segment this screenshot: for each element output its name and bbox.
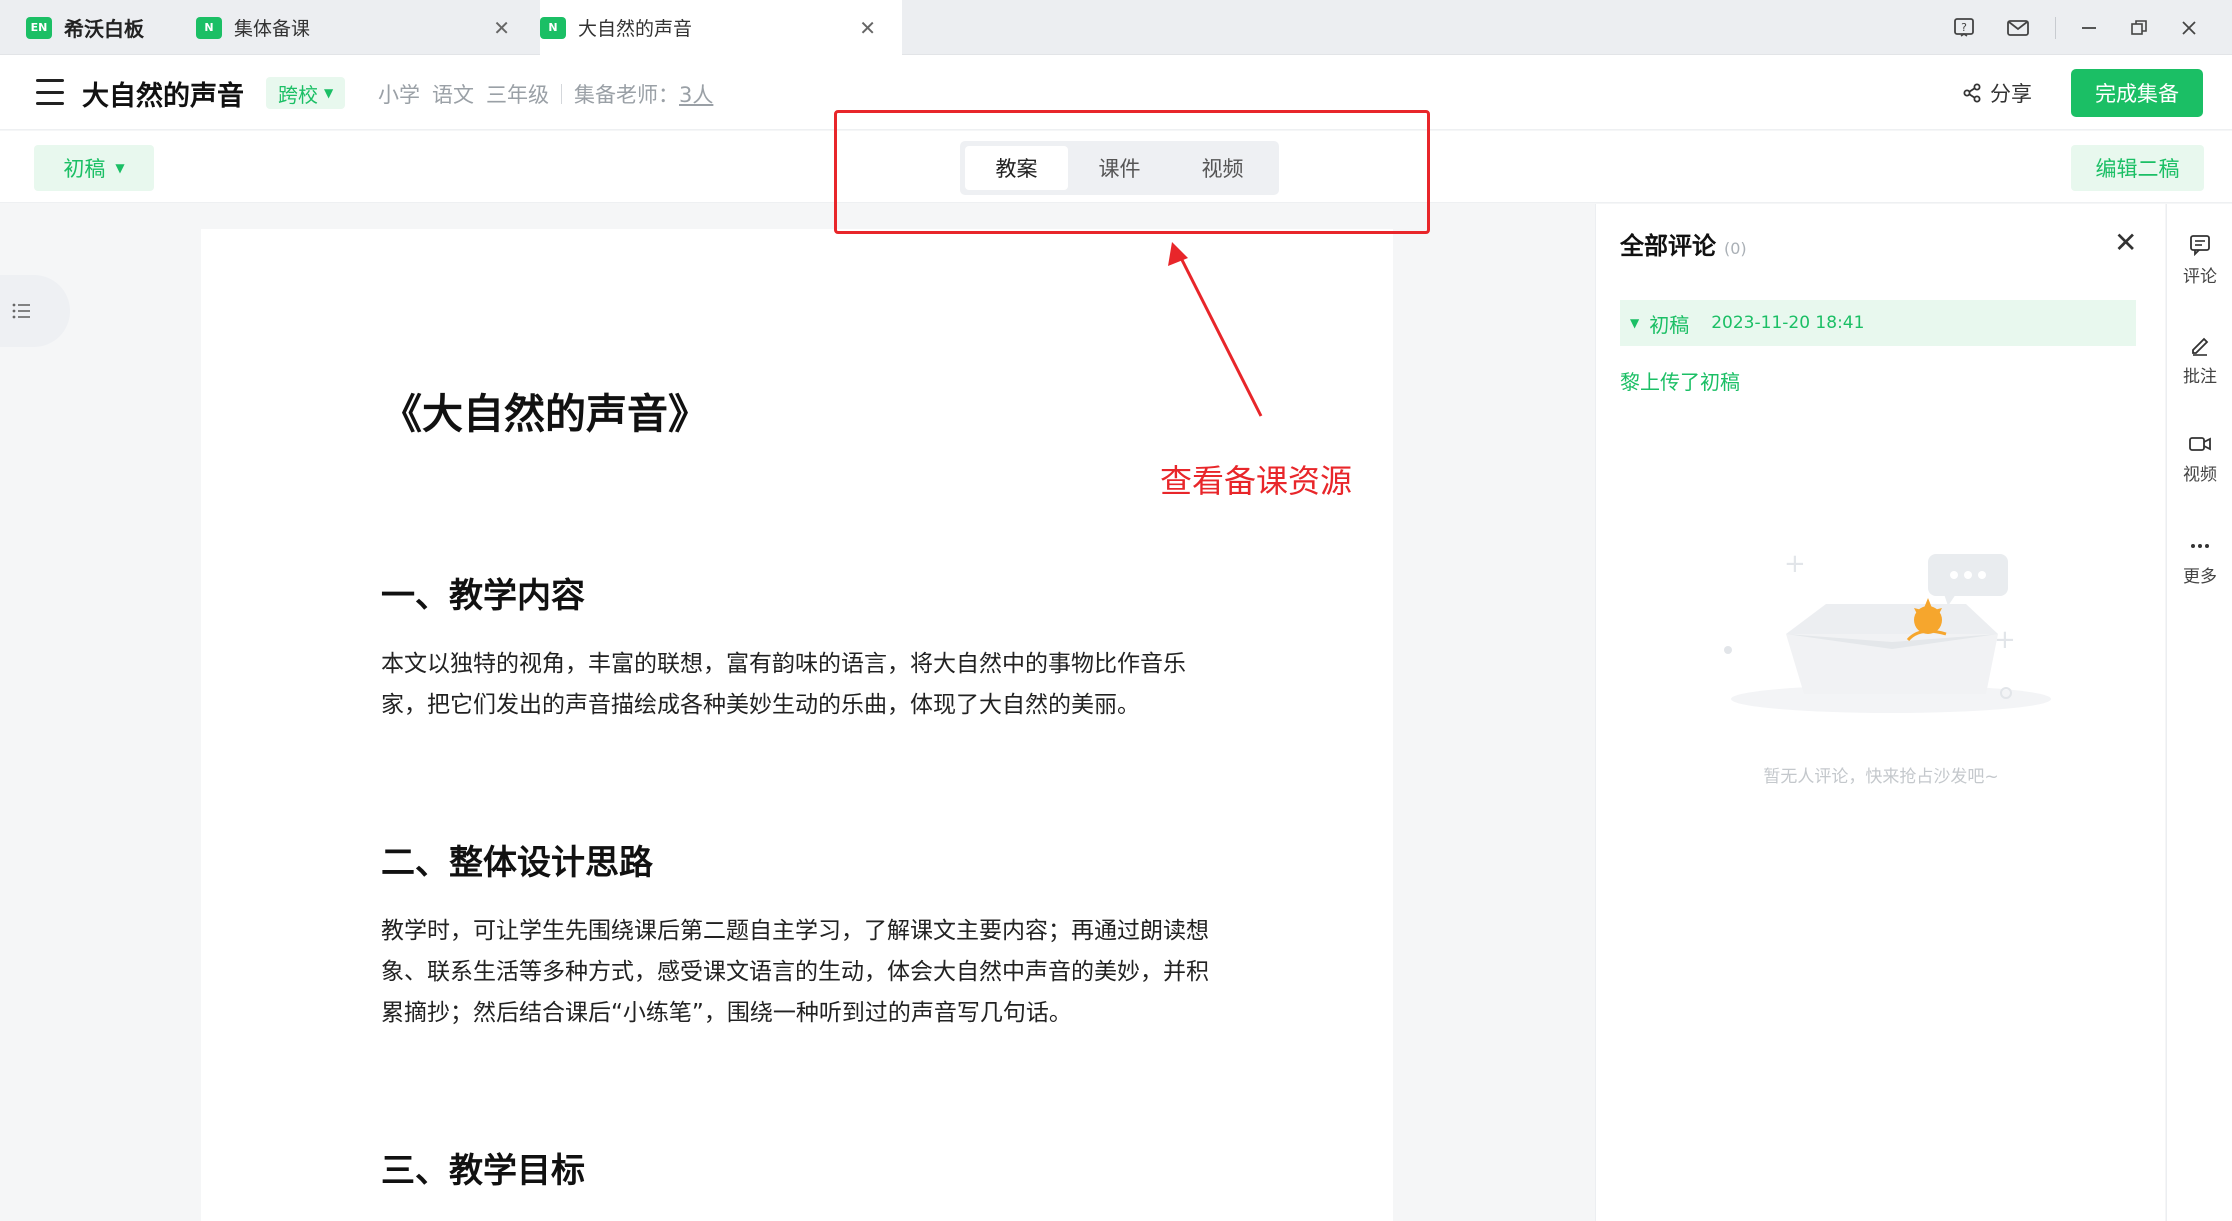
teacher-count-link[interactable]: 3人 xyxy=(679,79,713,109)
tab-video[interactable]: 视频 xyxy=(1171,146,1274,190)
svg-text:+: + xyxy=(1994,625,2016,655)
caret-down-icon: ▼ xyxy=(324,86,334,100)
tab-collective-prep[interactable]: N 集体备课 ✕ xyxy=(196,0,532,55)
rail-item-annotate[interactable]: 批注 xyxy=(2167,334,2232,387)
more-icon xyxy=(2191,544,2209,548)
tab-close-icon[interactable]: ✕ xyxy=(493,16,510,40)
upload-activity: 黎上传了初稿 xyxy=(1620,370,1740,394)
tab-label: 集体备课 xyxy=(234,18,311,40)
annotation-arrow-icon xyxy=(1168,242,1263,417)
share-icon xyxy=(1963,83,1981,103)
comments-count: (0) xyxy=(1724,239,1747,258)
draft-label: 初稿 xyxy=(63,157,106,181)
annotate-icon xyxy=(2192,337,2209,356)
finish-prep-button[interactable]: 完成集备 xyxy=(2071,69,2203,117)
share-label: 分享 xyxy=(1990,82,2032,106)
tab-label: 大自然的声音 xyxy=(578,18,693,40)
page-header: 大自然的声音 跨校 ▼ 小学 语文 三年级 集备老师： 3人 分享 完成集备 xyxy=(0,55,2232,130)
section-heading: 三、教学目标 xyxy=(381,1151,585,1191)
brand-label: 希沃白板 xyxy=(64,17,144,41)
comments-title: 全部评论 (0) xyxy=(1620,226,1747,261)
close-comments-icon[interactable]: ✕ xyxy=(2114,226,2137,259)
right-tool-rail: 评论 批注 视频 更多 xyxy=(2166,204,2232,1221)
rail-item-label: 视频 xyxy=(2183,465,2217,485)
document-toolbar: 初稿 ▼ 教案 课件 视频 编辑二稿 xyxy=(0,131,2232,203)
rail-item-label: 批注 xyxy=(2183,367,2217,387)
tab-document[interactable]: N 大自然的声音 ✕ xyxy=(540,0,902,55)
rail-item-video[interactable]: 视频 xyxy=(2167,434,2232,485)
app-brand: EN 希沃白板 xyxy=(26,0,186,55)
draft-version-dropdown[interactable]: 初稿 ▼ xyxy=(34,145,154,191)
tab-courseware[interactable]: 课件 xyxy=(1068,146,1171,190)
rail-item-comment[interactable]: 评论 xyxy=(2167,234,2232,287)
outline-toggle[interactable] xyxy=(0,275,70,347)
section-heading: 一、教学内容 xyxy=(381,576,585,616)
draft-group-name: 初稿 xyxy=(1649,312,1690,337)
draft-group-time: 2023-11-20 18:41 xyxy=(1711,313,1865,333)
teacher-label: 集备老师： xyxy=(574,83,679,107)
close-icon[interactable] xyxy=(2174,13,2204,43)
window-titlebar: EN 希沃白板 N 集体备课 ✕ N 大自然的声音 ✕ ? xyxy=(0,0,2232,55)
grade: 三年级 xyxy=(486,83,549,107)
edit-second-draft-button[interactable]: 编辑二稿 xyxy=(2071,145,2204,191)
svg-text:+: + xyxy=(1784,549,1806,579)
window-controls: ? xyxy=(1949,0,2232,55)
divider xyxy=(2055,16,2056,39)
tab-lesson-plan[interactable]: 教案 xyxy=(965,146,1068,190)
share-button[interactable]: 分享 xyxy=(1962,77,2032,109)
caret-down-icon: ▼ xyxy=(115,161,125,175)
school-level: 小学 xyxy=(378,83,420,107)
section-heading: 二、整体设计思路 xyxy=(381,843,653,883)
rail-item-more[interactable]: 更多 xyxy=(2167,536,2232,587)
divider xyxy=(561,84,562,104)
comments-panel: 全部评论 (0) ✕ ▼ 初稿 2023-11-20 18:41 黎上传了初稿 +… xyxy=(1595,204,2165,1221)
mail-icon[interactable] xyxy=(2003,13,2033,43)
annotation-label: 查看备课资源 xyxy=(1160,462,1353,500)
comment-icon xyxy=(2190,235,2210,256)
minimize-icon[interactable] xyxy=(2074,13,2104,43)
svg-text:?: ? xyxy=(1961,21,1967,34)
section-paragraph: 教学时，可让学生先围绕课后第二题自主学习，了解课文主要内容；再通过朗读想象、联系… xyxy=(381,918,1209,1026)
menu-icon[interactable] xyxy=(36,79,64,105)
section-paragraph: 本文以独特的视角，丰富的联想，富有韵味的语言，将大自然中的事物比作音乐家，把它们… xyxy=(381,651,1186,718)
cross-school-dropdown[interactable]: 跨校 ▼ xyxy=(266,77,346,109)
rail-item-label: 评论 xyxy=(2183,267,2217,287)
empty-box-illustration-icon: + + xyxy=(1724,549,2051,713)
restore-icon[interactable] xyxy=(2124,13,2154,43)
tab-close-icon[interactable]: ✕ xyxy=(859,16,876,40)
draft-group-header[interactable]: ▼ 初稿 2023-11-20 18:41 xyxy=(1620,300,2136,346)
comments-title-label: 全部评论 xyxy=(1620,232,1716,260)
lesson-meta: 小学 语文 三年级 集备老师： 3人 xyxy=(378,79,725,109)
caret-down-icon: ▼ xyxy=(1630,316,1640,330)
note-logo-icon: N xyxy=(540,16,566,39)
outline-list-icon xyxy=(12,303,30,319)
brand-logo-icon: EN xyxy=(26,16,52,39)
document-title: 《大自然的声音》 xyxy=(381,390,709,438)
rail-item-label: 更多 xyxy=(2183,567,2217,587)
subject: 语文 xyxy=(432,83,474,107)
help-icon[interactable]: ? xyxy=(1949,13,1979,43)
video-icon xyxy=(2189,437,2211,451)
cross-school-label: 跨校 xyxy=(278,82,318,107)
empty-comments-text: 暂无人评论，快来抢占沙发吧~ xyxy=(1763,767,1999,787)
page-title: 大自然的声音 xyxy=(82,81,244,112)
resource-tabs: 教案 课件 视频 xyxy=(960,141,1279,195)
note-logo-icon: N xyxy=(196,16,222,39)
